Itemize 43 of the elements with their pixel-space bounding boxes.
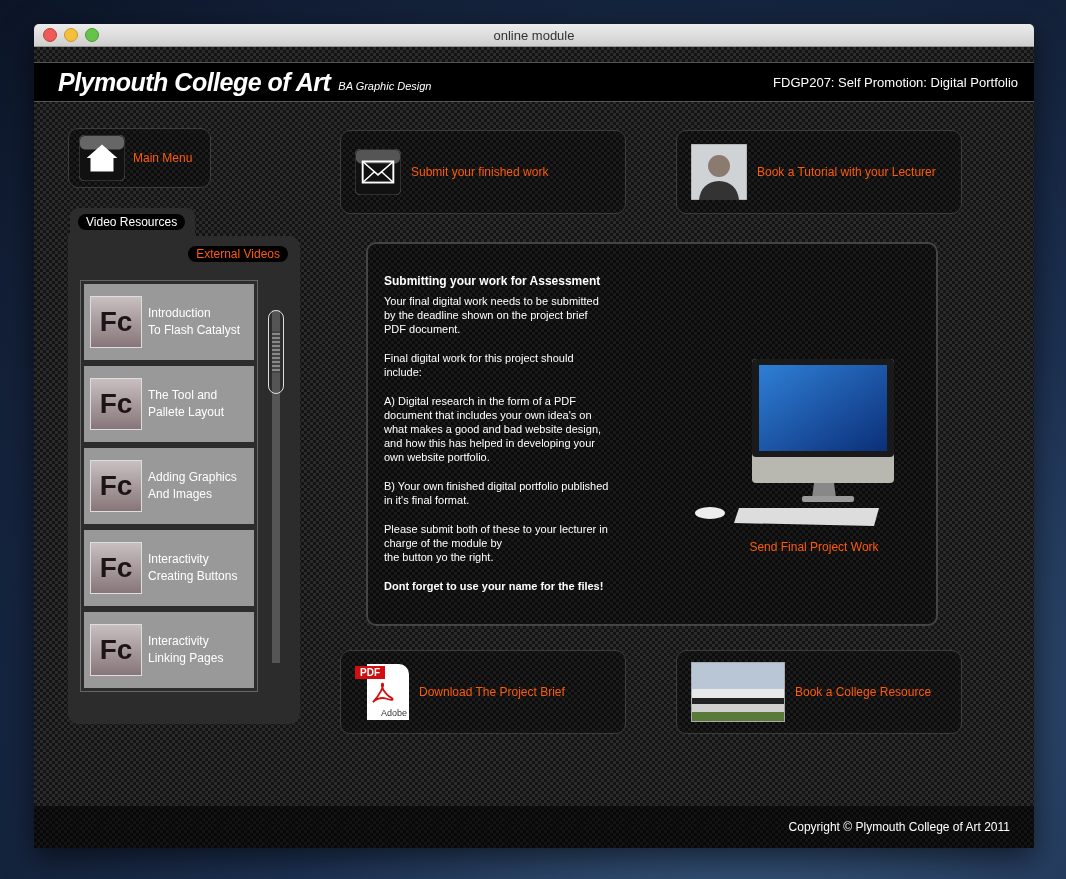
home-icon: [79, 135, 125, 181]
video-title: Introduction To Flash Catalyst: [148, 305, 241, 339]
book-resource-button[interactable]: Book a College Resource: [676, 650, 962, 734]
flash-catalyst-icon: Fc: [90, 624, 142, 676]
send-project-link[interactable]: Send Final Project Work: [749, 540, 879, 554]
envelope-icon: [355, 149, 401, 195]
main-menu-button[interactable]: Main Menu: [68, 128, 211, 188]
paragraph: Dont forget to use your name for the files!: [384, 579, 605, 593]
flash-catalyst-icon: Fc: [90, 460, 142, 512]
video-title: The Tool and Pallete Layout: [148, 387, 225, 421]
avatar-silhouette: [691, 144, 747, 200]
minimize-button[interactable]: [64, 28, 78, 42]
pdf-file-icon: PDF Adobe: [355, 664, 409, 720]
video-title: Adding Graphics And Images: [148, 469, 237, 503]
section-heading: Submitting your work for Assessment: [384, 274, 602, 288]
video-item[interactable]: Fc Interactivity Linking Pages: [84, 612, 254, 688]
external-videos-button[interactable]: External Videos: [188, 246, 288, 262]
window-title: online module: [492, 27, 576, 43]
close-button[interactable]: [43, 28, 57, 42]
paragraph: Final digital work for this project should include:: [384, 351, 575, 379]
submit-work-button[interactable]: Submit your finished work: [340, 130, 626, 214]
paragraph: B) Your own finished digital portfolio published in it's final format.: [384, 479, 610, 507]
college-title: Plymouth College of Art: [58, 67, 331, 97]
copyright-text: Copyright © Plymouth College of Art 2011: [788, 820, 1010, 834]
flash-catalyst-icon: Fc: [90, 378, 142, 430]
paragraph: Your final digital work needs to be submitted by the deadline shown on the project brief PDF document.: [384, 294, 600, 336]
video-item[interactable]: Fc Adding Graphics And Images: [84, 448, 254, 524]
course-subtitle: BA Graphic Design: [338, 80, 432, 92]
video-item[interactable]: Fc Interactivity Creating Buttons: [84, 530, 254, 606]
paragraph: Please submit both of these to your lecturer in charge of the module by the button yo the right.: [384, 522, 609, 564]
flash-catalyst-icon: Fc: [90, 296, 142, 348]
panel-tab[interactable]: Video Resources: [70, 208, 196, 236]
video-item[interactable]: Fc Introduction To Flash Catalyst: [84, 284, 254, 360]
book-tutorial-button[interactable]: Book a Tutorial with your Lecturer: [676, 130, 962, 214]
zoom-button[interactable]: [85, 28, 99, 42]
video-resources-tab[interactable]: Video Resources: [78, 214, 186, 230]
download-brief-button[interactable]: PDF Adobe Download The Project Brief: [340, 650, 626, 734]
video-item[interactable]: Fc The Tool and Pallete Layout: [84, 366, 254, 442]
video-title: Interactivity Linking Pages: [148, 633, 224, 667]
flash-catalyst-icon: Fc: [90, 542, 142, 594]
paragraph: A) Digital research in the form of a PDF document that includes your own idea's on what makes a good and bad website design, and how this has helped in developing your own website portfolio.: [384, 394, 603, 464]
module-title: FDGP207: Self Promotion: Digital Portfolio: [773, 74, 1018, 90]
video-title: Interactivity Creating Buttons: [148, 551, 238, 585]
